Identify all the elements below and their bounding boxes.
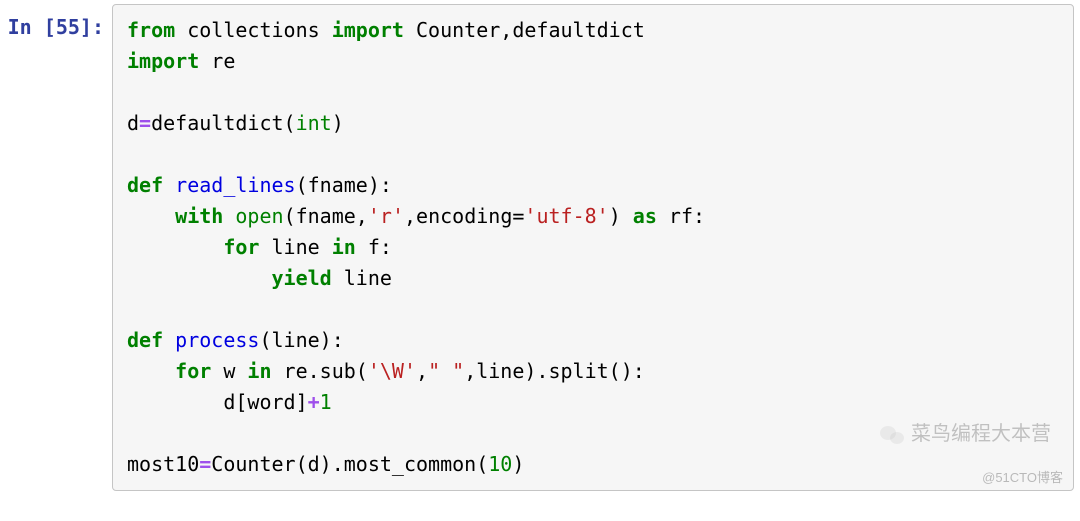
open-args3: ) [609,204,633,228]
paren-close: ) [332,111,344,135]
var-f: f: [356,235,392,259]
fn-readlines: read_lines [175,173,295,197]
kw-def: def [127,328,163,352]
kw-for: for [175,359,211,383]
kw-for: for [223,235,259,259]
code-content: from collections import Counter,defaultd… [127,15,1059,480]
prompt-number: 55 [56,15,80,39]
kw-in: in [332,235,356,259]
lit-1: 1 [320,390,332,414]
indent [127,235,223,259]
op-eq: = [199,452,211,476]
sig-process: (line): [259,328,343,352]
call-counter: Counter(d).most_common( [211,452,488,476]
str-utf8: 'utf-8' [524,204,608,228]
var-line: line [259,235,331,259]
kw-def: def [127,173,163,197]
kw-yield: yield [272,266,332,290]
yield-line: line [332,266,392,290]
paren-close: ) [512,452,524,476]
kw-from: from [127,18,175,42]
imports: Counter,defaultdict [416,18,645,42]
resub-rest: ,line).split(): [464,359,645,383]
kw-with: with [175,204,223,228]
var-most10: most10 [127,452,199,476]
op-plus: + [308,390,320,414]
d-index: d[word] [223,390,307,414]
sig-readlines: (fname): [296,173,392,197]
str-space: " " [428,359,464,383]
call-defaultdict: defaultdict( [151,111,296,135]
mod-re: re [211,49,235,73]
builtin-open: open [235,204,283,228]
indent [127,359,175,383]
indent [127,390,223,414]
indent [127,266,272,290]
prompt-prefix: In [ [8,15,56,39]
str-r: 'r' [368,204,404,228]
var-d: d [127,111,139,135]
code-input-area[interactable]: from collections import Counter,defaultd… [112,4,1074,491]
kw-in: in [247,359,271,383]
kw-import: import [332,18,404,42]
comma: , [416,359,428,383]
var-w: w [211,359,247,383]
kw-import: import [127,49,199,73]
open-args2: ,encoding= [404,204,524,228]
builtin-int: int [296,111,332,135]
input-prompt: In [55]: [6,4,112,43]
op-eq: = [139,111,151,135]
mod-collections: collections [187,18,319,42]
prompt-suffix: ]: [80,15,104,39]
open-args1: (fname, [284,204,368,228]
notebook-cell: In [55]: from collections import Counter… [0,0,1080,497]
fn-process: process [175,328,259,352]
var-rf: rf: [657,204,705,228]
resub-open: re.sub( [272,359,368,383]
kw-as: as [633,204,657,228]
lit-10: 10 [488,452,512,476]
indent [127,204,175,228]
str-W: '\W' [368,359,416,383]
